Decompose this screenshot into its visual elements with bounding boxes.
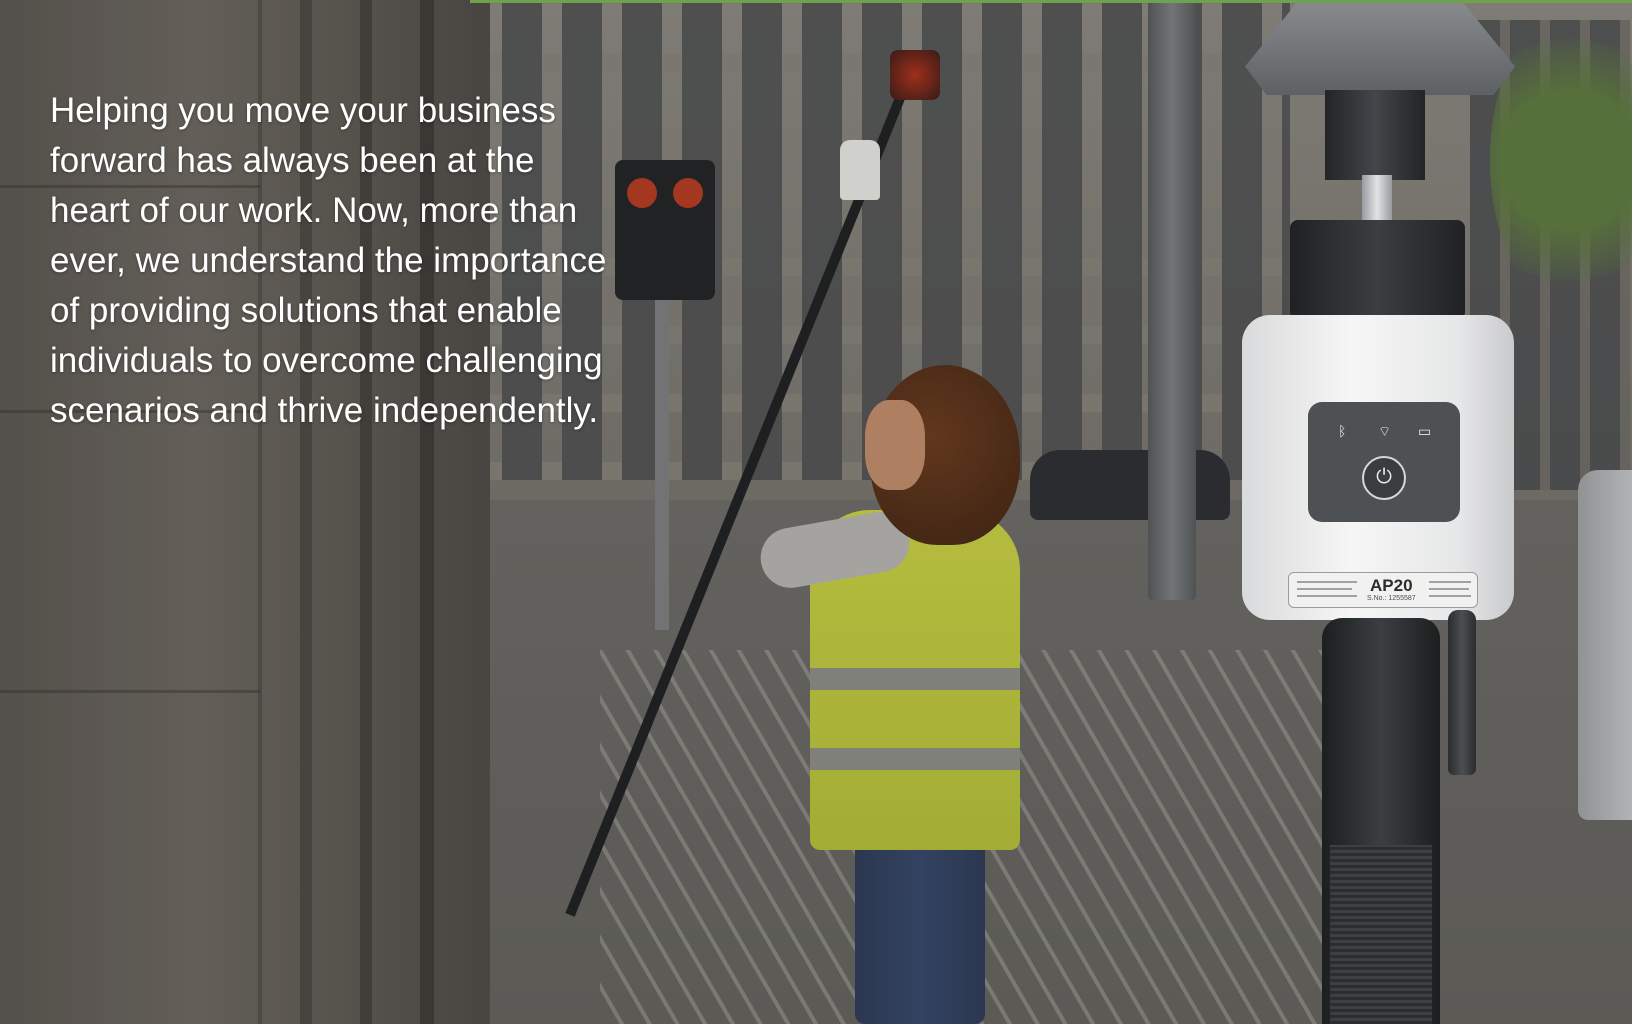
tagline-line: heart of our work. Now, more than <box>50 191 578 230</box>
hero-photo: ᛒ ⌔ ▭ ⏻ AP20 S.No.: 1255587 Helping you … <box>0 0 1632 1024</box>
device-pole-grip <box>1330 845 1432 1024</box>
battery-icon: ▭ <box>1418 423 1432 439</box>
device-neck <box>1325 90 1425 180</box>
device-ring <box>1290 220 1465 320</box>
tagline-line: individuals to overcome challenging <box>50 341 603 380</box>
label-fine-print <box>1429 581 1471 583</box>
label-fine-print <box>1297 595 1357 597</box>
tagline-line: forward has always been at the <box>50 141 535 180</box>
bluetooth-icon: ᛒ <box>1338 423 1347 439</box>
wifi-icon: ⌔ <box>1378 423 1392 439</box>
tagline-line: ever, we understand the importance <box>50 241 607 280</box>
power-icon: ⏻ <box>1362 456 1406 500</box>
label-fine-print <box>1297 588 1352 590</box>
top-accent-bar <box>470 0 1632 3</box>
device-serial-number: S.No.: 1255587 <box>1367 595 1416 602</box>
device-antenna <box>1448 610 1476 775</box>
device-shaft <box>1362 175 1392 225</box>
tagline-line: Helping you move your business <box>50 91 556 130</box>
label-fine-print <box>1429 595 1471 597</box>
tagline-line: scenarios and thrive independently. <box>50 391 599 430</box>
tagline-line: of providing solutions that enable <box>50 291 562 330</box>
device-model-label: AP20 <box>1370 576 1413 595</box>
label-fine-print <box>1429 588 1469 590</box>
label-fine-print <box>1297 581 1357 583</box>
tagline-text: Helping you move your business forward h… <box>50 86 710 436</box>
